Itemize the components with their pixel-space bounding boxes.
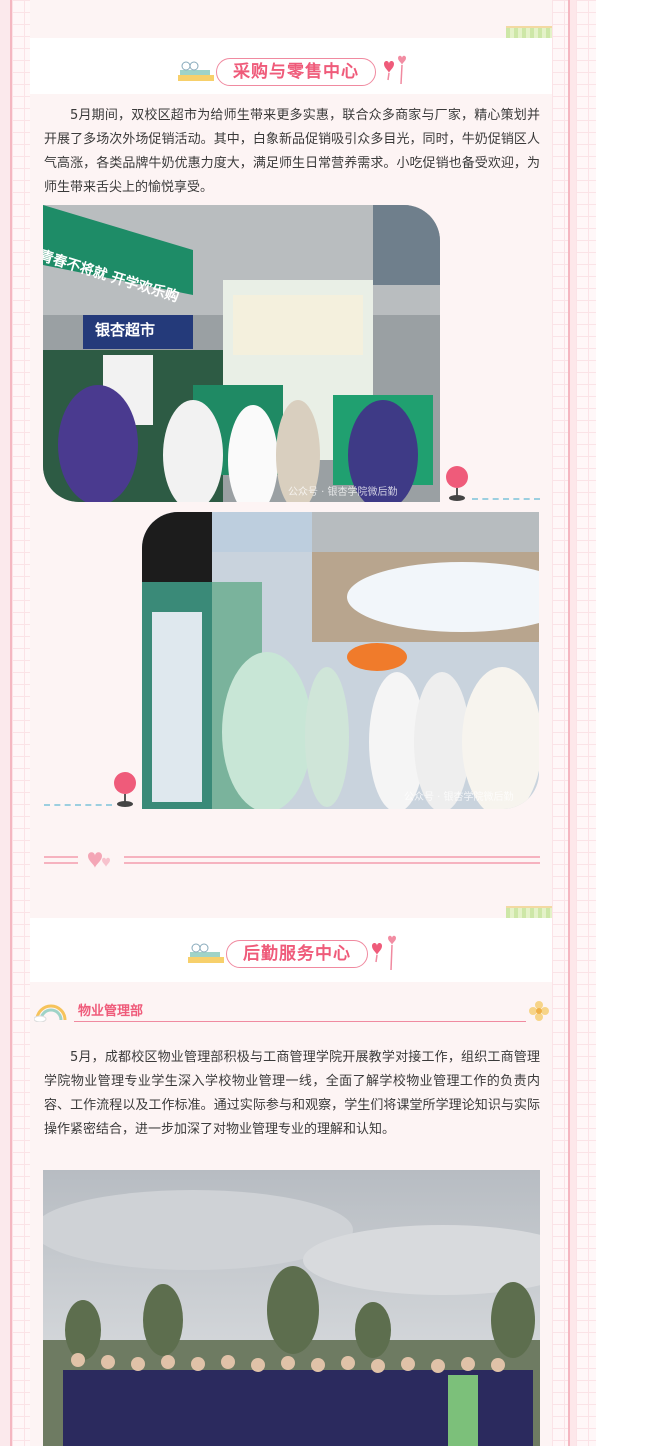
flower-icon [529,1001,549,1021]
tape-icon [506,26,552,38]
map-pin-icon-2 [114,772,136,812]
heart-pin-icon [384,55,406,85]
right-border [568,0,576,1446]
tape-icon-2 [506,906,552,918]
photo-watermark-2: 公众号 · 银杏学院微后勤 [404,792,514,803]
map-pin-icon [446,466,468,506]
books-icon-2 [186,943,226,965]
double-heart-icon [88,852,110,868]
section-title-purchasing: 采购与零售中心 [176,54,412,90]
left-border [0,0,12,1446]
books-icon [176,61,216,83]
store-sign-text: 银杏超市 [95,321,156,339]
section-paragraph: 5月期间，双校区超市为给师生带来更多实惠，联合众多商家与厂家，精心策划并开展了多… [44,108,540,195]
subsection-title: 物业管理部 [78,1004,144,1019]
subsection-underline [74,1021,526,1022]
section-title-logistics: 后勤服务中心 [186,934,404,974]
section-title-label-2: 后勤服务中心 [226,940,368,968]
subsection-header: 物业管理部 [30,996,550,1026]
supermarket-promo-photo: 青春不将就 开学欢乐购 银杏超市 公众号 · 银杏学院微后勤 [43,205,440,502]
subsection-paragraph: 5月，成都校区物业管理部积极与工商管理学院开展教学对接工作，组织工商管理学院物业… [44,1050,540,1137]
heart-divider [44,852,540,870]
dashed-connector [472,498,540,500]
group-photo [43,1170,540,1446]
rainbow-icon [34,1004,67,1022]
photo-watermark: 公众号 · 银杏学院微后勤 [288,487,398,498]
dashed-connector-2 [44,804,112,806]
outdoor-promo-photo: 公众号 · 银杏学院微后勤 [142,512,539,809]
previous-section-panel [30,0,552,38]
section-title-label: 采购与零售中心 [216,58,376,86]
heart-pin-icon-2 [372,935,396,971]
